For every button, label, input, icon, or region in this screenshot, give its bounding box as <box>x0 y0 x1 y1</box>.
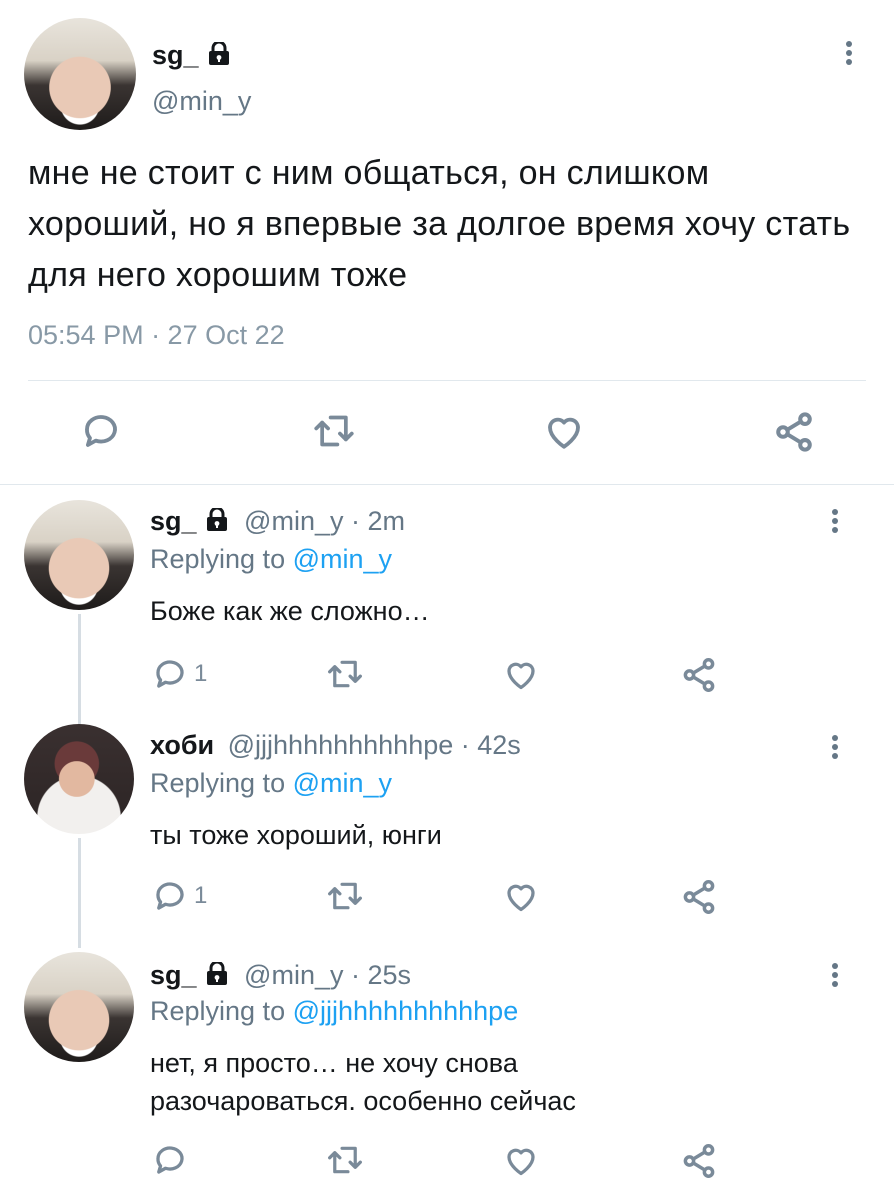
retweet-button[interactable] <box>326 656 364 692</box>
like-button[interactable] <box>542 410 586 452</box>
reply-icon <box>156 882 184 910</box>
more-options-icon[interactable] <box>846 38 852 68</box>
reply-time[interactable]: · 2m <box>351 506 405 536</box>
author-name[interactable]: sg_ <box>152 40 231 71</box>
author-handle[interactable]: @jjjhhhhhhhhhhpe <box>228 730 454 760</box>
reply-time[interactable]: · 42s <box>461 730 521 760</box>
lock-icon <box>205 960 229 985</box>
reply-text: нет, я просто… не хочу снова разочароват… <box>150 1048 576 1116</box>
author-name[interactable]: sg_ <box>150 960 197 990</box>
reply-header: sg_ @min_y · 2m <box>150 506 405 537</box>
retweet-icon <box>328 882 362 910</box>
reply-button[interactable] <box>80 410 122 452</box>
lock-icon <box>207 40 231 65</box>
author-name[interactable]: sg_ <box>150 506 197 536</box>
author-handle[interactable]: @min_y <box>244 506 343 536</box>
avatar[interactable] <box>24 500 134 610</box>
author-name[interactable]: хоби <box>150 730 214 760</box>
share-button[interactable] <box>680 878 718 916</box>
author-handle[interactable]: @min_y <box>152 86 251 117</box>
replying-to: Replying to @min_y <box>150 544 393 574</box>
avatar[interactable] <box>24 724 134 834</box>
thread-line <box>78 838 81 948</box>
reply-button[interactable] <box>152 1142 194 1178</box>
reply-count: 1 <box>194 660 208 687</box>
like-button[interactable] <box>502 878 540 914</box>
like-icon <box>507 1148 535 1176</box>
reply-icon <box>156 660 184 688</box>
avatar[interactable] <box>24 952 134 1062</box>
reply-count: 1 <box>194 882 208 909</box>
reply-time[interactable]: · 25s <box>351 960 411 990</box>
replying-to: Replying to @min_y <box>150 768 393 798</box>
avatar[interactable] <box>24 18 136 130</box>
reply-header: sg_ @min_y · 25s <box>150 960 411 991</box>
divider <box>28 380 866 381</box>
reply-icon <box>85 415 117 447</box>
share-icon <box>683 880 715 914</box>
divider <box>0 484 894 485</box>
share-icon <box>683 1144 715 1178</box>
like-icon <box>507 884 535 912</box>
tweet-timestamp[interactable]: 05:54 PM · 27 Oct 22 <box>28 320 285 351</box>
like-button[interactable] <box>502 656 540 692</box>
like-icon <box>507 662 535 690</box>
retweet-icon <box>328 1146 362 1174</box>
thread-line <box>78 614 81 724</box>
like-icon <box>548 417 580 449</box>
reply-text: ты тоже хороший, юнги <box>150 820 442 850</box>
reply-button[interactable]: 1 <box>152 656 207 692</box>
share-button[interactable] <box>772 410 816 454</box>
share-button[interactable] <box>680 1142 718 1180</box>
share-button[interactable] <box>680 656 718 694</box>
author-handle[interactable]: @min_y <box>244 960 343 990</box>
lock-icon <box>205 506 229 531</box>
replying-to-link[interactable]: @min_y <box>293 544 392 574</box>
retweet-icon <box>328 660 362 688</box>
reply-icon <box>156 1146 184 1174</box>
retweet-button[interactable] <box>326 878 364 914</box>
more-options-icon[interactable] <box>832 732 838 762</box>
reply-button[interactable]: 1 <box>152 878 207 914</box>
retweet-button[interactable] <box>312 410 356 452</box>
share-icon <box>683 658 715 692</box>
share-icon <box>776 412 812 452</box>
more-options-icon[interactable] <box>832 960 838 990</box>
reply-header: хоби @jjjhhhhhhhhhhpe · 42s <box>150 730 521 761</box>
reply-text: Боже как же сложно… <box>150 596 430 626</box>
more-options-icon[interactable] <box>832 506 838 536</box>
tweet-text: мне не стоит с ним общаться, он слишком … <box>28 154 851 294</box>
retweet-button[interactable] <box>326 1142 364 1178</box>
replying-to: Replying to @jjjhhhhhhhhhhpe <box>150 996 519 1026</box>
like-button[interactable] <box>502 1142 540 1178</box>
replying-to-link[interactable]: @min_y <box>293 768 392 798</box>
replying-to-link[interactable]: @jjjhhhhhhhhhhpe <box>293 996 519 1026</box>
retweet-icon <box>314 415 354 447</box>
